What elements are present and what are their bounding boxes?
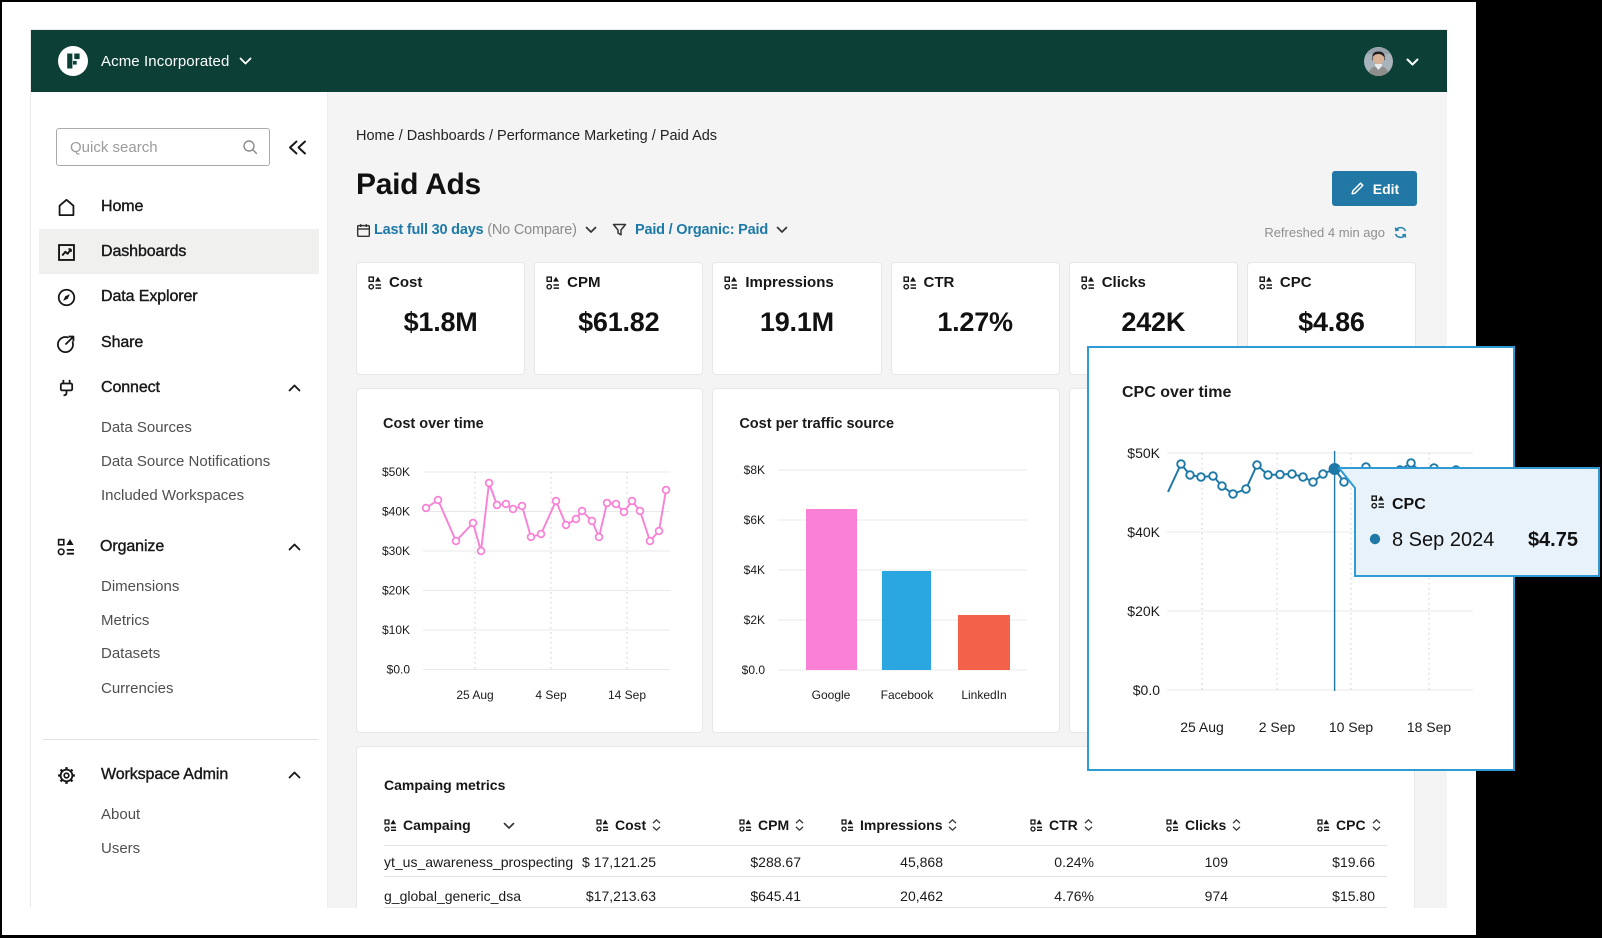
svg-text:$4.75: $4.75 [1528, 529, 1578, 551]
svg-text:8 Sep 2024: 8 Sep 2024 [1392, 529, 1494, 551]
svg-text:$6K: $6K [744, 513, 765, 527]
svg-text:$20K: $20K [1127, 603, 1160, 619]
svg-text:4 Sep: 4 Sep [535, 688, 567, 702]
svg-text:$30K: $30K [382, 544, 410, 558]
svg-text:$4K: $4K [744, 563, 765, 577]
svg-text:14 Sep: 14 Sep [608, 688, 646, 702]
svg-text:$40K: $40K [382, 505, 410, 519]
svg-text:25 Aug: 25 Aug [1180, 719, 1224, 735]
svg-text:$8K: $8K [744, 463, 765, 477]
svg-text:$10K: $10K [382, 623, 410, 637]
svg-text:$50K: $50K [382, 465, 410, 479]
svg-text:$0.0: $0.0 [742, 663, 766, 677]
svg-text:LinkedIn: LinkedIn [962, 688, 1007, 702]
svg-text:$50K: $50K [1127, 445, 1160, 461]
svg-text:$0.0: $0.0 [1133, 682, 1160, 698]
svg-text:18 Sep: 18 Sep [1407, 719, 1452, 735]
svg-text:$40K: $40K [1127, 524, 1160, 540]
svg-text:$20K: $20K [382, 584, 410, 598]
svg-text:2 Sep: 2 Sep [1259, 719, 1296, 735]
svg-text:CPC: CPC [1392, 496, 1426, 513]
svg-text:$2K: $2K [744, 613, 765, 627]
svg-text:Google: Google [812, 688, 851, 702]
svg-text:25 Aug: 25 Aug [456, 688, 493, 702]
svg-text:10 Sep: 10 Sep [1329, 719, 1374, 735]
svg-text:Facebook: Facebook [881, 688, 935, 702]
svg-text:$0.0: $0.0 [387, 663, 411, 677]
